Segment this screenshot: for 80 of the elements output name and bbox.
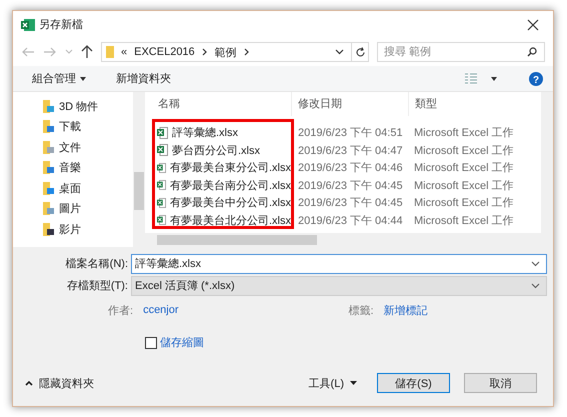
sidebar-item[interactable]: 3D 物件 [43,96,133,116]
caret-icon[interactable] [350,381,357,385]
address-bar[interactable]: « EXCEL2016 範例 [101,42,369,62]
file-type: Microsoft Excel 工作 [413,144,515,158]
file-name-field[interactable]: 評等彙總.xlsx [131,254,547,274]
column-header[interactable]: 修改日期 [291,92,408,116]
sidebar-item[interactable]: 下載 [43,116,133,137]
refresh-icon [354,46,366,58]
chevron-right-icon[interactable] [202,48,208,56]
chevron-up-icon[interactable] [25,380,33,386]
file-type-dropdown[interactable]: Excel 活頁簿 (*.xlsx) [131,276,547,296]
folder-icon [43,161,54,174]
save-thumbnail-label[interactable]: 儲存縮圖 [160,335,204,350]
file-name[interactable]: 有夢最美台中分公司.xlsx [145,195,291,210]
sidebar-item[interactable]: 圖片 [43,198,133,219]
file-date: 2019/6/23 下午 04:51 [297,126,404,140]
caret-icon[interactable] [491,76,497,80]
breadcrumb-item[interactable]: 範例 [214,44,237,60]
sidebar-item[interactable]: 音樂 [43,158,133,178]
file-type: Microsoft Excel 工作 [413,126,515,140]
folder-icon [43,140,54,154]
author-label: 作者: [108,304,134,318]
new-folder-button[interactable]: 新增資料夾 [116,71,171,86]
file-type: Microsoft Excel 工作 [413,214,515,228]
close-icon[interactable] [527,18,539,30]
folder-icon [106,46,114,58]
file-type-label: 存檔類型(T): [66,279,129,293]
up-arrow-icon[interactable] [81,45,93,59]
breadcrumb-overflow[interactable]: « [121,46,128,58]
column-header[interactable]: 名稱 [145,92,291,116]
help-icon[interactable]: ? [529,72,543,86]
file-name[interactable]: 評等彙總.xlsx [145,125,291,140]
chevron-down-icon[interactable] [531,282,540,288]
excel-file-icon [157,162,166,174]
thumbnail-checkbox[interactable] [145,336,157,348]
save-button[interactable]: 儲存(S) [377,373,450,393]
file-list-scrollbar[interactable] [541,92,553,247]
file-name[interactable]: 夢台西分公司.xlsx [145,142,291,158]
file-date: 2019/6/23 下午 04:45 [297,196,404,210]
breadcrumb-item[interactable]: EXCEL2016 [134,46,195,58]
folder-icon [43,182,54,195]
folder-icon [43,202,54,216]
file-type: Microsoft Excel 工作 [413,196,515,210]
excel-file-icon [157,214,166,226]
tags-label: 標籤: [348,304,374,318]
excel-icon [21,18,35,32]
excel-file-icon [157,196,166,209]
caret-icon[interactable] [80,76,86,80]
chevron-right-icon[interactable] [244,48,250,56]
organize-menu[interactable]: 組合管理 [32,71,76,86]
hide-folders-button[interactable]: 隱藏資料夾 [39,376,94,390]
search-icon [527,47,537,57]
folder-icon [43,120,54,134]
file-date: 2019/6/23 下午 04:45 [297,178,404,193]
excel-file-icon [157,144,168,156]
sidebar-item[interactable]: 文件 [43,137,133,158]
sidebar-scrollbar[interactable] [133,92,145,247]
tools-menu[interactable]: 工具(L) [308,376,344,390]
chevron-down-icon[interactable] [531,260,540,266]
folder-icon [43,100,54,113]
file-date: 2019/6/23 下午 04:46 [297,161,404,176]
excel-file-icon [157,179,166,192]
chevron-down-icon[interactable] [335,49,344,55]
file-name[interactable]: 有夢最美台北分公司.xlsx [145,212,291,228]
author-link[interactable]: ccenjor [143,304,179,316]
file-name-label: 檔案名稱(N): [64,256,129,271]
window-title: 另存新檔 [39,18,83,32]
folder-icon [43,222,54,236]
file-name[interactable]: 有夢最美台東分公司.xlsx [145,160,291,176]
excel-file-icon [157,126,168,139]
search-field[interactable]: 搜尋 範例 [377,42,545,62]
file-date: 2019/6/23 下午 04:44 [297,214,404,228]
file-date: 2019/6/23 下午 04:47 [297,144,404,158]
cancel-button[interactable]: 取消 [464,373,537,393]
add-tag-link[interactable]: 新增標記 [384,302,428,318]
file-name[interactable]: 有夢最美台南分公司.xlsx [145,178,291,193]
sidebar-item[interactable]: 桌面 [43,178,133,198]
sidebar-item[interactable]: 影片 [43,219,133,240]
file-type: Microsoft Excel 工作 [413,161,515,176]
file-type: Microsoft Excel 工作 [413,178,515,193]
